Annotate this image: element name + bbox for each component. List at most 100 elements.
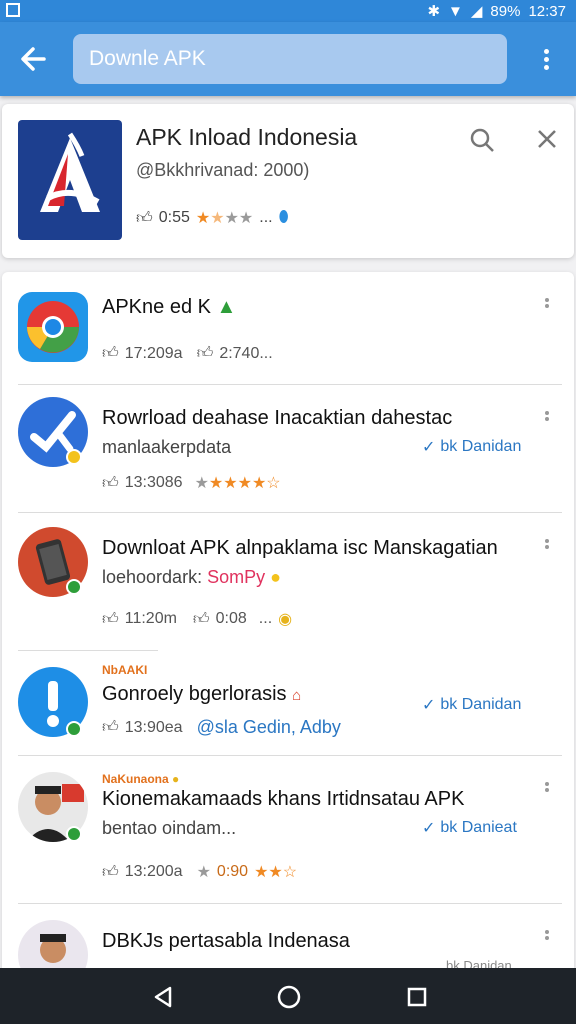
coin-icon: ◉ [278,611,293,628]
signal-icon: ◢ [470,3,483,20]
rating-stars: ★★★★★☆ [194,475,281,492]
top-result-card[interactable]: APK Inload Indonesia @Bkkhrivanad: 2000)… [2,104,574,258]
coin-icon: ● [172,772,180,786]
item-title-text: APKne ed K [102,296,211,318]
thumbs-up-icon: 👍︎ [102,474,119,492]
top-result-title: APK Inload Indonesia [136,124,358,150]
item-meta: 👍︎ 11:20m 👍︎ 0:08 ... ◉ [102,609,292,629]
list-item[interactable]: NaKunaona ● Kionemakamaads khans Irtidns… [2,756,574,902]
triangle-icon: ▲ [216,296,237,318]
back-arrow-icon[interactable] [16,42,50,76]
item-label: NaKunaona ● [102,772,179,786]
person-icon [18,920,88,972]
item-menu-icon[interactable] [540,780,554,800]
item-title: APKne ed K ▲ [102,296,236,319]
search-icon[interactable] [468,126,496,154]
check-icon: ✓ [422,697,436,714]
overflow-menu-icon[interactable] [536,46,556,74]
list-item[interactable]: Downloat APK alnpaklama isc Manskagatian… [2,513,574,649]
badge-icon [66,579,82,595]
publisher[interactable]: ✓ bk Danieat [422,818,517,838]
item-meta-count: 0:90 [217,863,248,881]
check-icon: ✓ [422,439,436,456]
clock: 12:37 [528,2,566,20]
item-subtitle: loehoordark: SomPy ● [102,567,281,588]
app-logo-icon [18,120,122,240]
thumbs-up-icon: 👍︎ [102,345,119,362]
list-item[interactable]: APKne ed K ▲ 👍︎ 17:209a 👍︎ 2:740... [2,272,574,384]
item-label: NbAAKI [102,663,148,677]
item-meta-time: 17:209a [124,344,183,362]
publisher-name: bk Danidan [440,438,522,455]
status-bar: ✱ ▼ ◢ 89% 12:37 [0,0,576,22]
list-item[interactable]: Rowrload deahase Inacaktian dahestac man… [2,385,574,511]
item-meta-link[interactable]: @sla Gedin, Adby [197,717,341,738]
verified-icon: ⬮ [278,209,289,226]
rating-stars: ★★☆ [254,864,298,881]
rating-stars: ★ [196,864,211,881]
thumbs-up-icon: 👍︎ [102,610,119,628]
item-title: DBKJs pertasabla Indenasa [102,930,350,952]
item-menu-icon[interactable] [540,409,554,429]
bluetooth-icon: ✱ [427,3,441,20]
item-subtitle: manlaakerpdata [102,437,232,457]
item-title: Gonroely bgerlorasis ⌂ [102,683,301,706]
item-title: Rowrload deahase Inacaktian dahestac [102,407,453,429]
item-menu-icon[interactable] [540,928,554,948]
item-menu-icon[interactable] [540,537,554,557]
top-result-meta-value: 0:55 [158,209,190,226]
publisher[interactable]: ✓ bk Danidan [422,437,521,457]
item-meta-time: 13:90ea [124,718,183,736]
thumbs-up-icon: 👍︎ [102,719,119,736]
item-title: Kionemakamaads khans Irtidnsatau APK [102,788,465,810]
rating-stars: ★★★★ [195,210,254,227]
results-list: APKne ed K ▲ 👍︎ 17:209a 👍︎ 2:740... Rowr… [2,272,574,972]
item-meta-time: 13:3086 [124,474,183,491]
battery-text: 89% [490,2,521,20]
item-meta-count: 2:740... [219,344,273,362]
item-meta-time: 13:200a [124,863,183,880]
item-subtitle-text: loehoordark: [102,567,203,587]
top-result-meta: 👍︎ 0:55 ★★★★ ... ⬮ [136,208,289,228]
search-input[interactable]: Downle APK [73,34,507,84]
thumbs-up-icon: 👍︎ [102,863,119,881]
emoji-icon: ● [270,567,282,587]
badge-icon [66,721,82,737]
close-icon[interactable] [532,124,562,154]
wifi-icon: ▼ [448,2,463,20]
item-title-text: Gonroely bgerlorasis [102,683,287,705]
item-subtitle: bentao oindam... [102,818,237,838]
thumbs-up-icon: 👍︎ [136,209,153,227]
item-meta: 👍︎ 13:90ea @sla Gedin, Adby [102,717,341,738]
item-meta: 👍︎ 13:3086 ★★★★★☆ [102,473,281,493]
item-meta: 👍︎ 13:200a ★ 0:90 ★★☆ [102,862,297,882]
item-menu-icon[interactable] [540,296,554,316]
nav-back-icon[interactable] [148,982,178,1012]
publisher[interactable]: ✓ bk Danidan [422,695,521,715]
badge-icon [66,449,82,465]
status-indicators: ✱ ▼ ◢ 89% 12:37 [427,2,566,21]
list-item[interactable]: NbAAKI Gonroely bgerlorasis ⌂ ✓ bk Danid… [2,651,574,755]
publisher-name: bk Danieat [440,819,517,836]
item-meta: 👍︎ 17:209a 👍︎ 2:740... [102,344,273,363]
app-bar: Downle APK [0,22,576,96]
chrome-icon [18,292,88,362]
publisher-name: bk Danidan [440,696,522,713]
top-result-subtitle: @Bkkhrivanad: 2000) [136,160,310,180]
nav-home-icon[interactable] [274,982,304,1012]
home-icon: ⌂ [292,687,302,704]
thumbs-up-icon: 👍︎ [192,610,210,628]
list-item[interactable]: DBKJs pertasabla Indenasa bk Danidan [2,904,574,972]
system-navigation-bar [0,968,576,1024]
nav-recents-icon[interactable] [402,982,432,1012]
badge-icon [66,826,82,842]
item-meta-time: 11:20m [124,610,177,627]
notification-icon [6,3,20,17]
item-title: Downloat APK alnpaklama isc Manskagatian [102,537,498,559]
item-meta-count: 0:08 [215,610,247,627]
item-ellipsis: ... [258,610,273,627]
top-result-ellipsis: ... [259,209,273,226]
check-icon: ✓ [422,820,436,837]
item-subtitle-accent: SomPy [207,567,266,587]
item-label-text: NaKunaona [102,772,169,786]
